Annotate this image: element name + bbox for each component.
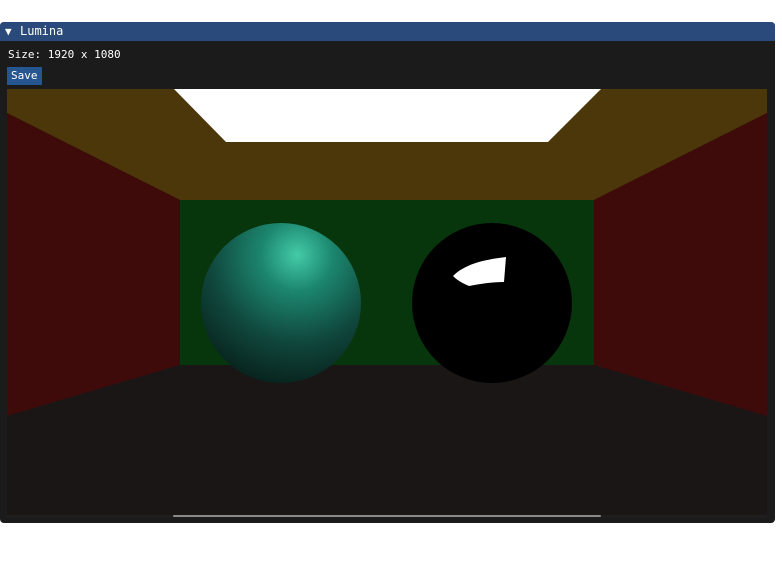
save-button[interactable]: Save	[7, 67, 42, 85]
render-size-label: Size: 1920 x 1080	[8, 48, 121, 61]
window-titlebar[interactable]: ▼ Lumina	[0, 22, 775, 41]
ceiling-light	[174, 89, 601, 142]
floor	[7, 365, 767, 516]
lumina-window: ▼ Lumina Size: 1920 x 1080 Save	[0, 22, 775, 523]
horizontal-scrollbar[interactable]	[7, 515, 767, 518]
scrollbar-thumb[interactable]	[173, 515, 601, 517]
window-title: Lumina	[20, 24, 64, 38]
mirror-sphere	[412, 223, 572, 383]
collapse-arrow-icon[interactable]: ▼	[5, 22, 12, 41]
render-viewport	[7, 89, 767, 516]
diffuse-sphere	[201, 223, 361, 383]
